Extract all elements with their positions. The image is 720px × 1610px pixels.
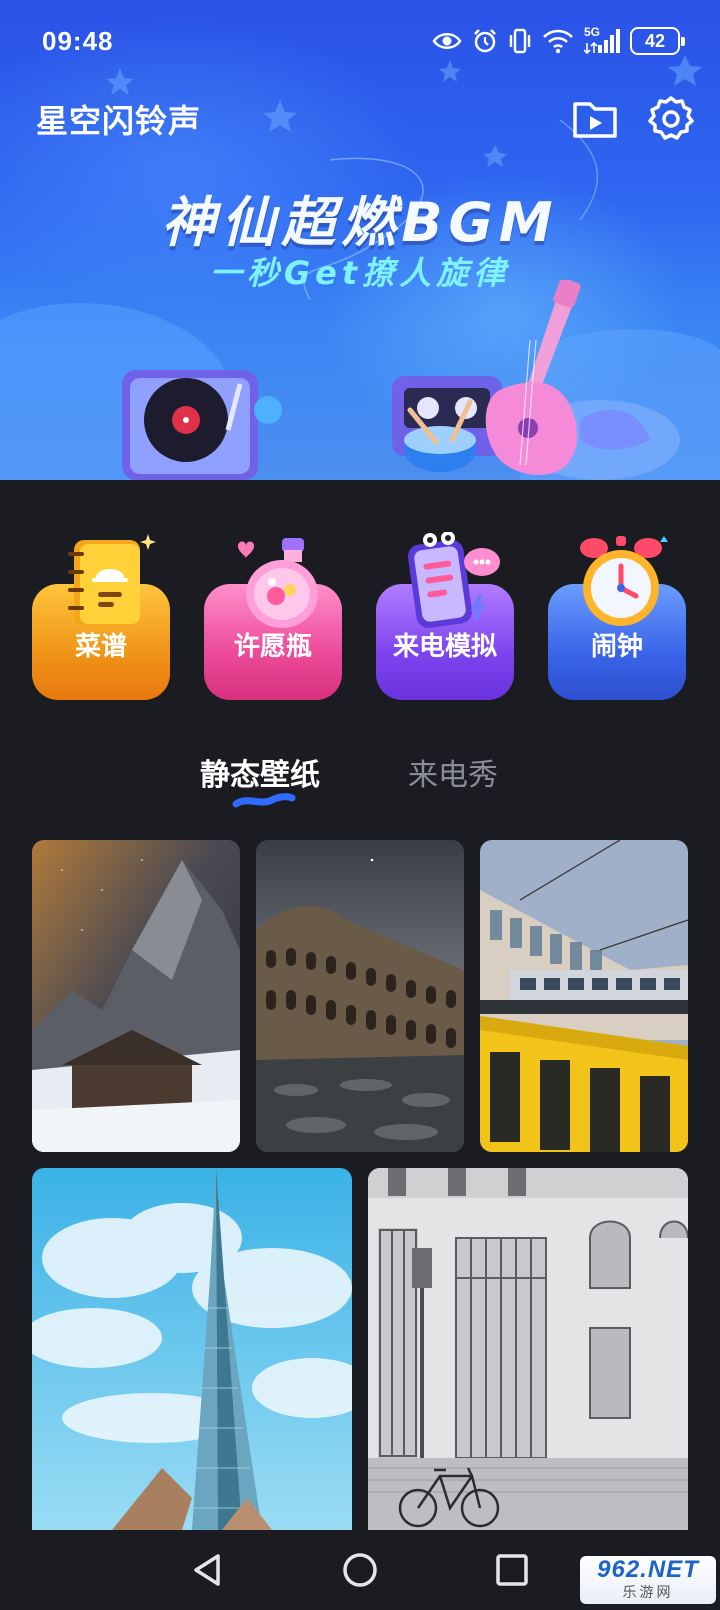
turntable-icon [122,370,282,480]
colosseum-image [256,840,464,1152]
video-folder-button[interactable] [570,94,620,144]
banner-illustration [0,280,720,480]
vibrate-icon [509,28,531,54]
shortcut-wish-bottle[interactable]: 许愿瓶 [204,532,342,700]
tab-static-wallpaper[interactable]: 静态壁纸 [200,750,320,794]
shortcut-row: 菜谱 许愿瓶 来电模拟 闹钟 [32,532,688,700]
home-button[interactable] [332,1542,388,1598]
gear-icon [648,96,694,140]
status-bar: 09:48 5G 42 [0,0,720,84]
snowy-mountain-cabin-image [32,840,240,1152]
shortcut-label: 闹钟 [590,632,643,662]
shortcut-recipe[interactable]: 菜谱 [32,532,170,700]
status-time: 09:48 [42,26,114,56]
tab-call-show[interactable]: 来电秀 [408,750,498,794]
signal-icon: 5G [584,25,620,55]
shortcut-label: 许愿瓶 [233,632,312,662]
recipe-book-icon [68,534,156,626]
home-icon [343,1553,377,1587]
alarm-clock-icon [580,536,668,626]
shortcut-call-simulation[interactable]: 来电模拟 [376,532,514,700]
alarm-icon [474,29,496,53]
wallpaper-thumbnail[interactable] [32,1168,352,1530]
wish-bottle-icon [238,538,318,628]
shortcut-alarm-clock[interactable]: 闹钟 [548,532,686,700]
watermark-bottom: 乐游网 [622,1584,674,1600]
wallpaper-thumbnail[interactable] [32,840,240,1152]
cassette-icon [392,376,502,472]
recents-icon [496,1554,528,1586]
wallpaper-thumbnail[interactable] [368,1168,688,1530]
phone-call-icon [407,532,500,628]
recents-button[interactable] [484,1542,540,1598]
eye-icon [432,33,462,49]
wallpaper-thumbnail[interactable] [256,840,464,1152]
app-title: 星空闪铃声 [36,102,202,140]
battery-icon: 42 [630,27,685,55]
banner-headline: 神仙超燃BGM [161,191,559,254]
white-building-bicycle-image [368,1168,688,1530]
wallpaper-tabs: 静态壁纸 来电秀 [0,750,720,820]
glass-spire-tower-image [32,1168,352,1530]
settings-button[interactable] [646,94,696,144]
wallpaper-thumbnail[interactable] [480,840,688,1152]
wifi-icon [543,29,573,54]
shortcut-label: 来电模拟 [392,632,497,662]
tab-active-indicator [232,793,296,808]
banner[interactable]: 09:48 5G 42 星空闪铃声 神仙超燃BGM 一秒Get撩人旋律 [0,0,720,480]
video-folder-icon [573,102,617,138]
train-bridge-image [480,840,688,1152]
site-watermark: 962.NET 乐游网 [580,1556,716,1604]
watermark-top: 962.NET [597,1556,699,1583]
shortcut-label: 菜谱 [74,632,127,662]
battery-level: 42 [644,30,666,51]
back-icon [194,1554,220,1586]
status-icons: 5G 42 [432,24,685,58]
back-button[interactable] [180,1542,236,1598]
